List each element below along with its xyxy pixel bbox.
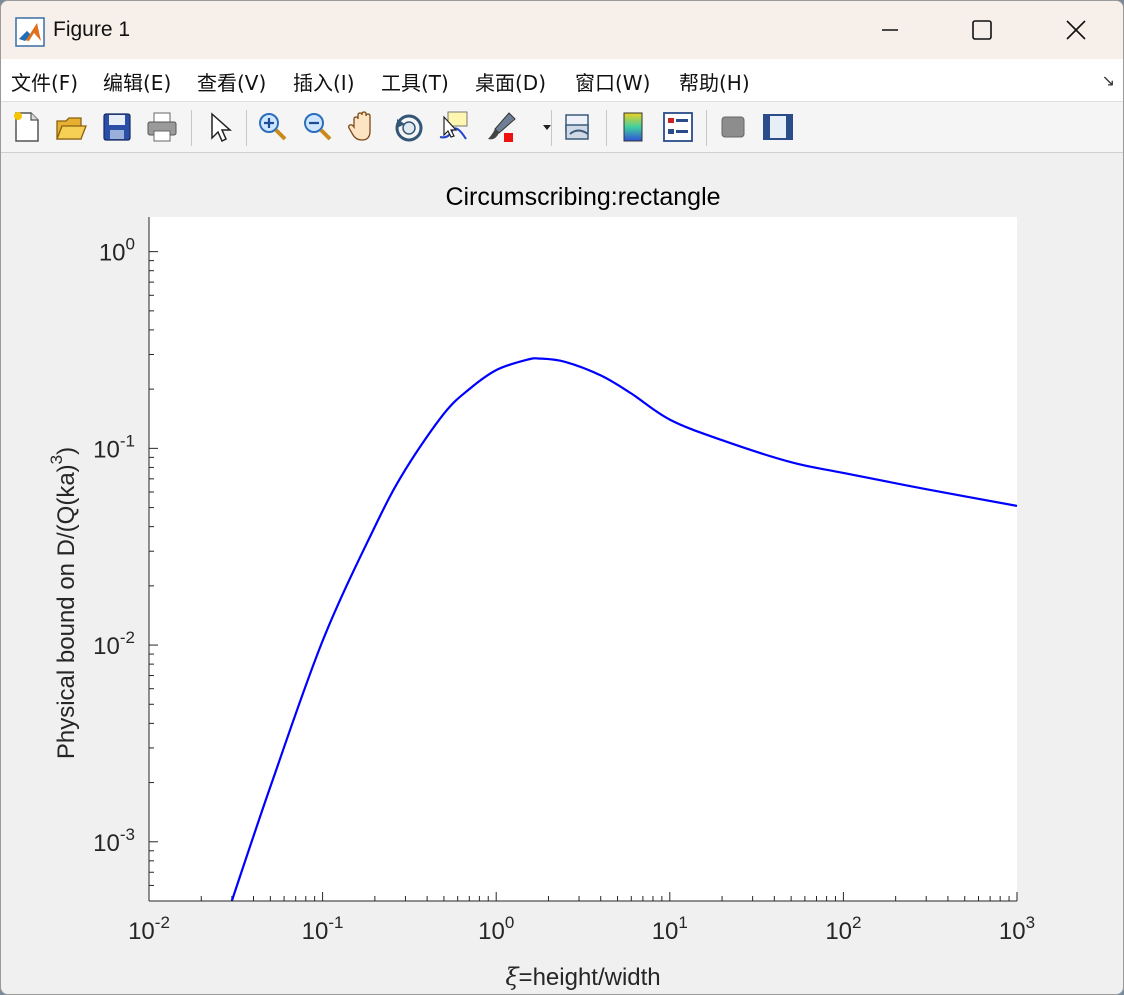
- pointer-icon[interactable]: [201, 109, 237, 145]
- window-title: Figure 1: [53, 18, 131, 41]
- colorbar-icon[interactable]: [615, 109, 651, 145]
- x-tick-label: 102: [825, 913, 861, 945]
- y-tick-label: 10-1: [93, 431, 135, 463]
- toolbar-separator: [606, 110, 607, 146]
- maximize-button[interactable]: [959, 9, 1005, 51]
- brush-dropdown-icon[interactable]: [529, 109, 551, 145]
- close-button[interactable]: [1053, 9, 1099, 51]
- toolbar-separator: [246, 110, 247, 146]
- toolbar-separator: [706, 110, 707, 146]
- close-icon: [1066, 20, 1086, 40]
- minimize-button[interactable]: [867, 9, 913, 51]
- open-file-icon[interactable]: [53, 109, 89, 145]
- zoom-in-icon[interactable]: [254, 109, 290, 145]
- menu-help[interactable]: 帮助(H): [679, 67, 750, 96]
- axes-plot[interactable]: 10-2 10-1 100 101 102 103 10-3 10-2 10-1 100 Circ…: [1, 153, 1123, 994]
- y-axis-label: Physical bound on D/(Q(ka)3): [47, 447, 80, 759]
- menu-view[interactable]: 查看(V): [197, 67, 266, 96]
- maximize-icon: [972, 20, 992, 40]
- y-tick-label: 100: [99, 235, 135, 267]
- new-figure-icon[interactable]: [9, 109, 45, 145]
- hide-plot-tools-icon[interactable]: [715, 109, 751, 145]
- y-tick-label: 10-2: [93, 628, 135, 660]
- legend-icon[interactable]: [660, 109, 696, 145]
- x-tick-label: 103: [999, 913, 1035, 945]
- dock-arrow-icon[interactable]: ↘: [1102, 71, 1115, 90]
- x-tick-label: 101: [652, 913, 688, 945]
- y-tick-label: 10-3: [93, 825, 135, 857]
- figure-window: Figure 1 文件(F) 编辑(E) 查看(V) 插入(I) 工具(T) 桌…: [0, 0, 1124, 995]
- x-tick-label: 10-2: [128, 913, 170, 945]
- toolbar-separator: [551, 110, 552, 146]
- x-axis-label: ξ=height/width: [505, 963, 660, 991]
- title-bar[interactable]: Figure 1: [1, 1, 1123, 59]
- axes-background: [149, 217, 1017, 901]
- x-tick-label: 100: [478, 913, 514, 945]
- toolbar-separator: [191, 110, 192, 146]
- menu-tools[interactable]: 工具(T): [381, 67, 449, 96]
- matlab-logo-icon: [15, 17, 45, 47]
- menu-window[interactable]: 窗口(W): [575, 67, 650, 96]
- show-plot-tools-icon[interactable]: [760, 109, 796, 145]
- print-icon[interactable]: [144, 109, 180, 145]
- minimize-icon: [882, 29, 898, 31]
- menu-bar: 文件(F) 编辑(E) 查看(V) 插入(I) 工具(T) 桌面(D) 窗口(W…: [1, 59, 1123, 102]
- brush-icon[interactable]: [483, 109, 519, 145]
- pan-icon[interactable]: [345, 109, 381, 145]
- rotate-3d-icon[interactable]: [391, 109, 427, 145]
- save-icon[interactable]: [99, 109, 135, 145]
- menu-desktop[interactable]: 桌面(D): [475, 67, 546, 96]
- chart-title: Circumscribing:rectangle: [445, 183, 720, 211]
- menu-file[interactable]: 文件(F): [11, 67, 78, 96]
- menu-insert[interactable]: 插入(I): [293, 67, 355, 96]
- data-cursor-icon[interactable]: [436, 109, 472, 145]
- x-tick-label: 10-1: [302, 913, 344, 945]
- figure-toolbar: [1, 102, 1123, 153]
- link-plot-icon[interactable]: [560, 109, 596, 145]
- zoom-out-icon[interactable]: [299, 109, 335, 145]
- figure-canvas[interactable]: 10-2 10-1 100 101 102 103 10-3 10-2 10-1 100 Circ…: [1, 153, 1123, 994]
- menu-edit[interactable]: 编辑(E): [103, 67, 171, 96]
